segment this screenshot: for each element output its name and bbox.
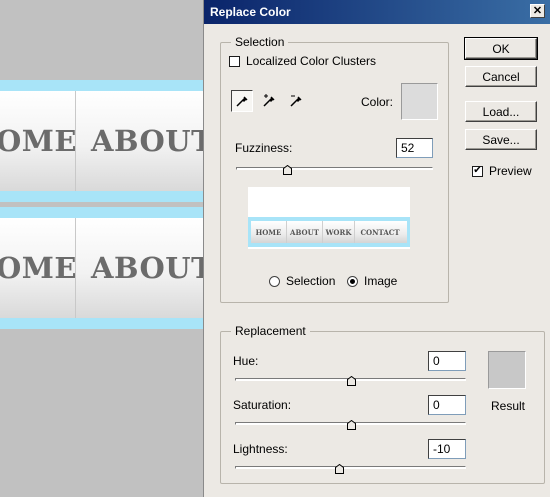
nav-item-about: ABOUT	[91, 124, 214, 158]
result-color-swatch[interactable]	[488, 351, 526, 389]
replace-color-dialog: Replace Color ✕ Selection Localized Colo…	[203, 0, 550, 497]
fuzziness-slider[interactable]	[236, 165, 433, 177]
saturation-input[interactable]: 0	[428, 395, 466, 415]
hue-input[interactable]: 0	[428, 351, 466, 371]
nav-item-about: ABOUT	[91, 251, 214, 285]
saturation-label: Saturation:	[233, 398, 292, 412]
result-label: Result	[491, 399, 526, 413]
preview-nav-item: WORK	[323, 221, 355, 243]
slider-thumb-icon[interactable]	[334, 464, 344, 474]
nav-bar-original: OME ABOUT	[0, 80, 214, 202]
preview-nav-item: ABOUT	[287, 221, 323, 243]
saturation-slider[interactable]	[235, 420, 466, 432]
radio-image[interactable]	[347, 275, 358, 287]
preview-nav-item: HOME	[251, 221, 287, 243]
nav-divider	[75, 218, 76, 318]
radio-image-label: Image	[364, 274, 398, 288]
add-to-sample-tool[interactable]	[258, 90, 280, 112]
eyedropper-minus-icon	[290, 95, 302, 107]
slider-thumb-icon[interactable]	[346, 376, 356, 386]
replacement-legend: Replacement	[235, 324, 306, 338]
fuzziness-label: Fuzziness:	[235, 141, 293, 155]
fuzziness-input[interactable]: 52	[396, 138, 433, 158]
localized-clusters-label: Localized Color Clusters	[246, 54, 377, 68]
nav-item-home: OME	[0, 251, 77, 285]
lightness-input[interactable]: -10	[428, 439, 466, 459]
nav-item-home: OME	[0, 124, 77, 158]
eyedropper-icon	[236, 96, 248, 107]
eyedropper-tool[interactable]	[231, 90, 253, 112]
radio-selection[interactable]	[269, 275, 280, 287]
preview-checkbox[interactable]: ✔	[472, 165, 483, 177]
hue-label: Hue:	[233, 354, 259, 368]
slider-thumb-icon[interactable]	[283, 165, 293, 175]
dialog-title: Replace Color	[210, 5, 291, 19]
ok-button[interactable]: OK	[464, 37, 538, 60]
load-button[interactable]: Load...	[465, 101, 537, 122]
document-canvas[interactable]: OME ABOUT OME ABOUT	[0, 0, 214, 497]
hue-slider[interactable]	[235, 376, 466, 388]
selection-preview-image[interactable]: HOME ABOUT WORK CONTACT	[248, 187, 410, 249]
localized-clusters-checkbox[interactable]	[229, 55, 240, 67]
slider-thumb-icon[interactable]	[346, 420, 356, 430]
close-icon: ✕	[532, 4, 543, 17]
selection-legend: Selection	[235, 35, 285, 49]
color-label: Color:	[361, 95, 394, 109]
preview-option[interactable]: ✔ Preview	[472, 164, 532, 178]
eyedropper-plus-icon	[263, 94, 275, 107]
checkmark-icon: ✔	[473, 165, 482, 176]
selection-color-swatch[interactable]	[401, 83, 438, 120]
close-button[interactable]: ✕	[530, 4, 545, 18]
localized-clusters-option[interactable]: Localized Color Clusters	[229, 54, 376, 68]
title-bar[interactable]: Replace Color ✕	[204, 0, 550, 24]
radio-image-option[interactable]: Image	[347, 274, 397, 288]
nav-bar-copy: OME ABOUT	[0, 207, 214, 329]
subtract-from-sample-tool[interactable]	[285, 90, 307, 112]
lightness-label: Lightness:	[233, 442, 288, 456]
radio-selection-label: Selection	[286, 274, 336, 288]
preview-label: Preview	[489, 164, 532, 178]
radio-selection-option[interactable]: Selection	[269, 274, 335, 288]
cancel-button[interactable]: Cancel	[465, 66, 537, 87]
nav-divider	[75, 91, 76, 191]
lightness-slider[interactable]	[235, 464, 466, 476]
preview-nav-item: CONTACT	[360, 227, 400, 237]
save-button[interactable]: Save...	[465, 129, 537, 150]
